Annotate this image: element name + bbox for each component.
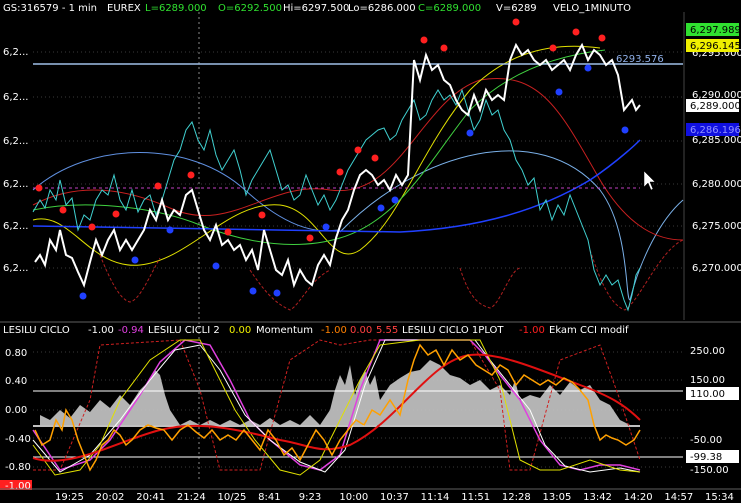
time-axis-label: 12:28: [502, 492, 531, 503]
osc-right-tick-2: 150.00: [690, 375, 725, 386]
osc-left-tick-4: -0.40: [5, 434, 31, 445]
osc-ind5-name: Ekam CCI modif: [549, 325, 629, 336]
osc-right-tick-4: -50.00: [690, 435, 722, 446]
left-price-tick-2: 6,2...: [3, 92, 28, 103]
osc-ind1-val2: -0.94: [118, 325, 144, 336]
open-value: O=6292.500: [218, 3, 282, 14]
time-axis: 19:25 20:02 20:41 21:24 10/25 8:41 9:23 10:00 10…: [55, 492, 734, 503]
right-price-tick-4: 6,280.000: [692, 179, 741, 190]
exchange-label: EUREX: [107, 3, 141, 14]
left-price-tick-1: 6,2...: [3, 47, 28, 58]
osc-left-tick-6: -1.00: [5, 481, 31, 492]
osc-ind4-name: LESILU CICLO 1PLOT: [402, 325, 504, 336]
time-axis-label: 14:20: [624, 492, 653, 503]
last-value: L=6289.000: [145, 3, 207, 14]
time-axis-label: 13:42: [583, 492, 612, 503]
left-price-tick-3: 6,2...: [3, 136, 28, 147]
close-value: C=6289.000: [418, 3, 481, 14]
osc-right-tick-3: 110.00: [690, 389, 725, 400]
low-value: Lo=6286.000: [348, 3, 416, 14]
osc-left-tick-1: 0.80: [5, 348, 27, 359]
left-price-tick-5: 6,2...: [3, 221, 28, 232]
tag-last-price-text: 6,289.000: [690, 101, 741, 112]
time-axis-label: 19:25: [55, 492, 84, 503]
horizontal-level-label: 6293.576: [616, 54, 664, 65]
time-axis-label: 10:37: [380, 492, 409, 503]
right-price-tick-3: 6,285.000: [692, 135, 741, 146]
volume-value: V=6289: [496, 3, 537, 14]
osc-right-tick-5: -99.38: [690, 452, 722, 463]
symbol-label: GS:316579 - 1 min: [3, 3, 97, 14]
time-axis-label: 11:14: [421, 492, 450, 503]
right-price-tick-6: 6,270.000: [692, 263, 741, 274]
osc-ind1-name: LESILU CICLO: [3, 325, 70, 336]
time-axis-label: 15:34: [705, 492, 734, 503]
time-axis-label: 11:51: [461, 492, 490, 503]
time-axis-label: 10:00: [339, 492, 368, 503]
osc-ind3-name: Momentum: [256, 325, 313, 336]
left-price-tick-4: 6,2...: [3, 179, 28, 190]
time-axis-label: 10/25: [218, 492, 247, 503]
osc-ind4-val: -1.00: [519, 325, 545, 336]
tag-upper-green-text: 6,297.989: [690, 25, 741, 36]
osc-ind2-name: LESILU CICLI 2: [148, 325, 220, 336]
osc-right-tick-6: -150.00: [690, 465, 729, 476]
osc-ind3-val3: 5.55: [376, 325, 398, 336]
trading-chart[interactable]: 6293.576 6,2... 6,2... 6,2... 6,2... 6,2…: [0, 0, 741, 503]
tag-upper-yellow-text: 6,296.145: [690, 41, 741, 52]
time-axis-label: 13:05: [543, 492, 572, 503]
osc-ind3-val: -1.00: [321, 325, 347, 336]
osc-ind3-val2: 0.00: [350, 325, 372, 336]
left-price-tick-6: 6,2...: [3, 263, 28, 274]
osc-left-tick-3: 0.00: [5, 405, 27, 416]
time-axis-label: 20:02: [96, 492, 125, 503]
tag-blue-text: 6,286.196: [690, 125, 741, 136]
time-axis-label: 21:24: [177, 492, 206, 503]
right-price-tick-5: 6,275.000: [692, 221, 741, 232]
time-axis-label: 8:41: [258, 492, 280, 503]
osc-left-tick-5: -0.80: [5, 462, 31, 473]
osc-ind1-val: -1.00: [88, 325, 114, 336]
time-axis-label: 20:41: [136, 492, 165, 503]
high-value: Hi=6297.500: [283, 3, 349, 14]
indicator-name: VELO_1MINUTO: [553, 3, 631, 14]
osc-ind2-val: 0.00: [229, 325, 251, 336]
time-axis-label: 14:57: [664, 492, 693, 503]
osc-right-tick-1: 250.00: [690, 346, 725, 357]
time-axis-label: 9:23: [299, 492, 321, 503]
osc-left-tick-2: 0.40: [5, 376, 27, 387]
